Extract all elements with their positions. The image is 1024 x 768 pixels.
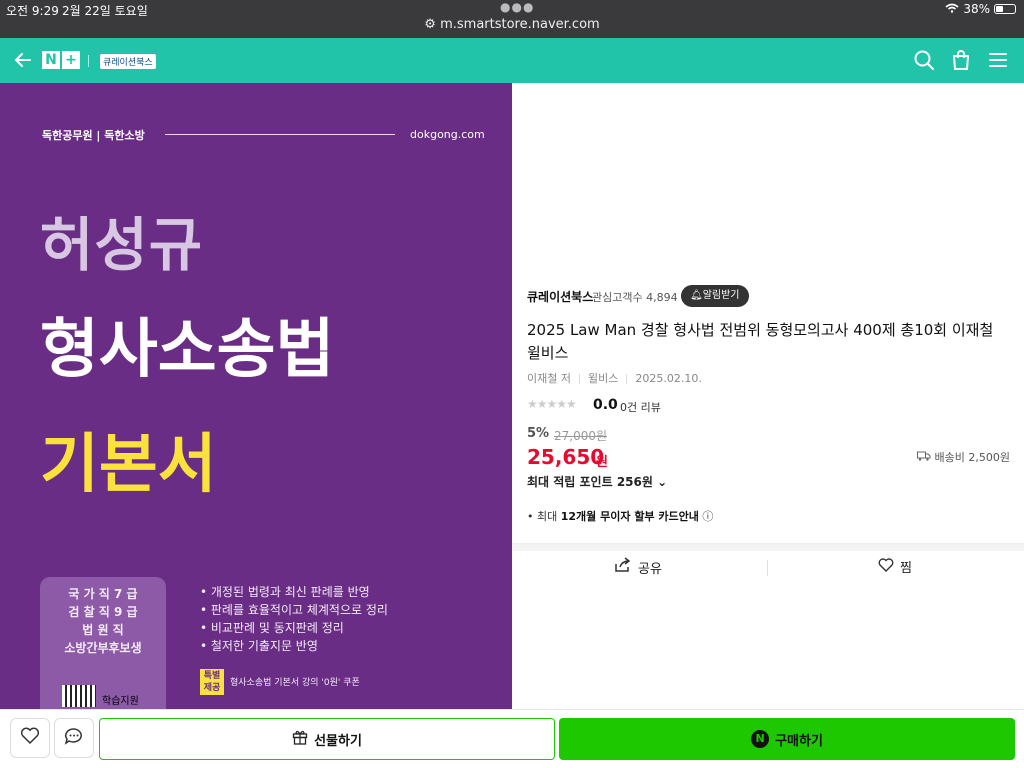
points-text: 최대 적립 포인트 256원 [527,475,653,489]
shipping-fee-text: 배송비 2,500원 [934,451,1010,464]
site-settings-icon[interactable]: ⚙ [424,17,436,32]
wifi-icon [945,2,959,16]
rating-score: 0.0 [593,397,618,413]
feature-item: • 철저한 기출지문 반영 [200,639,318,653]
cover-author: 허성규 [40,211,204,279]
follower-count: 관심고객수 4,894 [592,291,678,304]
cover-subject: 형사소송법 [40,313,335,387]
exam-item: 국 가 직 7 급 [68,587,138,601]
bell-icon: 🔔︎ [690,290,703,301]
cover-site: dokgong.com [410,128,485,141]
cover-features: • 개정된 법령과 최신 판례를 반영 • 판례를 효율적이고 체계적으로 정리… [200,583,388,655]
naver-n-logo: N [42,51,60,69]
product-image[interactable]: 독한공무원 | 독한소방 dokgong.com 허성규 형사소송법 기본서 국… [0,83,512,709]
top-navigation: N + 큐레이션북스 [0,38,1024,83]
qr-code-icon [62,685,96,707]
menu-icon[interactable] [987,49,1009,71]
shopping-bag-icon[interactable] [950,49,972,71]
exam-item: 검 찰 직 9 급 [68,605,138,619]
author: 이재철 저 [527,372,571,385]
share-label: 공유 [638,561,662,577]
product-title: 2025 Law Man 경찰 형사법 전범위 동형모의고사 400제 총10회… [527,321,994,362]
seller-name[interactable]: 큐레이션북스 [527,288,593,305]
chat-button[interactable] [54,718,94,758]
naver-plus-logo[interactable]: N + [42,51,80,69]
section-divider [512,543,1024,551]
sale-price: 25,650 [527,445,605,469]
special-badge: 특별 제공 [200,669,224,695]
battery-fill [996,6,1003,12]
status-right: 38% [945,2,1016,16]
wishlist-button[interactable]: 찜 [878,557,912,576]
cover-line [165,134,395,135]
feature-item: • 비교판례 및 동지판례 정리 [200,621,344,635]
review-count[interactable]: 0건 리뷰 [620,399,661,415]
cover-publisher: 독한공무원 | 독한소방 [42,129,145,142]
cover-book-type: 기본서 [40,428,217,502]
truck-icon [916,451,931,464]
study-support-label: 학습지원 [102,696,139,707]
more-dots-icon[interactable]: ●●● [500,0,534,14]
meta-divider [578,374,580,384]
alarm-label: 알림받기 [702,290,740,301]
max-points[interactable]: 최대 적립 포인트 256원 ⌄ [527,473,667,490]
gift-icon [292,729,308,749]
chat-bubble-icon [64,727,84,749]
heart-icon [878,557,894,576]
status-bar: 오전 9:29 2월 22일 토요일 ●●● ⚙ m.smartstore.na… [0,0,1024,38]
buy-button[interactable]: N 구매하기 [559,718,1015,760]
meta-divider [626,374,628,384]
battery-percent: 38% [963,2,990,16]
original-price: 27,000원 [554,429,608,443]
feature-item: • 판례를 효율적이고 체계적으로 정리 [200,603,388,617]
buy-label: 구매하기 [775,733,823,749]
action-divider [767,560,768,576]
address-bar[interactable]: ⚙ m.smartstore.naver.com [0,17,1024,32]
installment-prefix: 최대 [537,510,558,523]
wishlist-heart-button[interactable] [10,718,50,758]
wishlist-label: 찜 [900,561,912,576]
store-logo[interactable]: 큐레이션북스 [100,54,156,69]
feature-item: • 개정된 법령과 최신 판례를 반영 [200,585,370,599]
search-icon[interactable] [913,49,935,71]
naver-plus-mark: + [62,51,80,69]
alarm-button[interactable]: 🔔︎알림받기 [681,285,749,307]
nav-divider [88,55,89,67]
chevron-down-icon[interactable]: ⌄ [657,475,667,489]
installment-detail[interactable]: 12개월 무이자 할부 카드안내 [561,510,699,523]
rating-stars-icon: ★★★★★ [527,397,577,411]
shipping-fee: 배송비 2,500원 [916,449,1010,465]
share-button[interactable]: 공유 [614,557,662,577]
exam-item: 소방간부후보생 [64,641,142,655]
heart-icon [20,727,40,749]
battery-icon [994,4,1016,14]
product-info: 큐레이션북스 관심고객수 4,894 🔔︎알림받기 2025 Law Man 경… [512,83,1024,709]
exam-item: 법 원 직 [82,623,124,637]
cover-exam-box: 국 가 직 7 급 검 찰 직 9 급 법 원 직 소방간부후보생 학습지원 [40,577,166,709]
price-currency: 원 [596,455,608,470]
gift-button[interactable]: 선물하기 [99,718,555,760]
url-text: m.smartstore.naver.com [440,17,600,32]
publish-date: 2025.02.10. [635,372,702,385]
share-icon [614,557,632,577]
info-icon[interactable]: ⓘ [702,510,713,523]
installment-info: • 최대 12개월 무이자 할부 카드안내 ⓘ [527,510,714,523]
bottom-action-bar: 선물하기 N 구매하기 [0,709,1024,768]
discount-rate: 5% [527,426,550,441]
back-arrow-icon[interactable] [12,49,34,71]
gift-label: 선물하기 [314,733,362,749]
publisher: 윌비스 [587,372,619,385]
cover-coupon: 형사소송법 기본서 강의 '0원' 쿠폰 [230,678,360,688]
naver-pay-icon: N [751,730,770,748]
product-meta: 이재철 저 윌비스 2025.02.10. [527,370,702,386]
